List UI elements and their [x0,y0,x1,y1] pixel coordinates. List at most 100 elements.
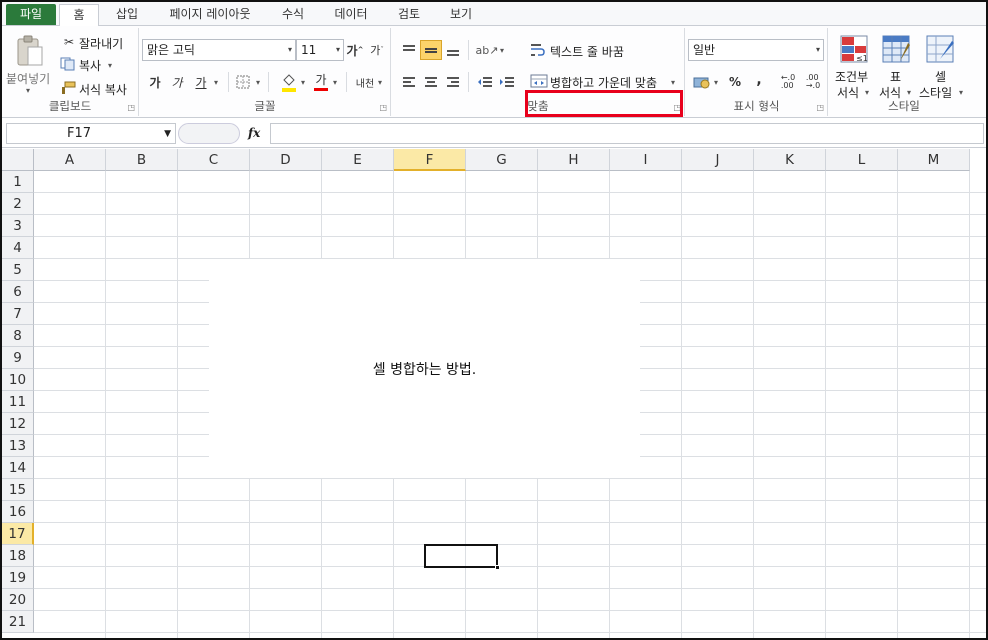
align-center-icon[interactable] [422,73,440,91]
row-header[interactable]: 2 [2,193,34,215]
column-header[interactable]: F [394,149,466,171]
column-header[interactable]: L [826,149,898,171]
row-header[interactable]: 11 [2,391,34,413]
increase-font-size-icon[interactable]: 가 ^ [346,41,364,59]
row-header[interactable]: 4 [2,237,34,259]
active-cell[interactable] [424,544,500,570]
column-header[interactable]: I [610,149,682,171]
column-header[interactable]: C [178,149,250,171]
tab-view[interactable]: 보기 [440,4,482,26]
paste-icon[interactable] [14,34,46,68]
select-all-corner[interactable] [2,149,34,171]
comma-button[interactable]: , [750,71,768,89]
font-color-dropdown-icon[interactable]: ▾ [333,78,337,87]
row-header[interactable]: 16 [2,501,34,523]
orientation-icon[interactable]: ab↗ [476,41,499,59]
bold-button[interactable]: 가 [146,72,164,92]
format-as-table-icon[interactable] [881,34,911,64]
column-header[interactable]: B [106,149,178,171]
copy-dropdown-icon[interactable]: ▾ [108,61,112,70]
row-header[interactable]: 20 [2,589,34,611]
bottom-align-icon[interactable] [444,41,462,59]
number-launcher-icon[interactable]: ◳ [816,103,824,112]
orientation-dropdown-icon[interactable]: ▾ [500,46,504,55]
row-header[interactable]: 19 [2,567,34,589]
merge-center-button[interactable]: 병합하고 가운데 맞춤 [550,74,657,91]
tab-insert[interactable]: 삽입 [106,4,148,26]
tab-file[interactable]: 파일 [6,4,56,25]
row-header[interactable]: 9 [2,347,34,369]
column-header[interactable]: H [538,149,610,171]
row-header[interactable]: 12 [2,413,34,435]
font-color-icon[interactable]: 가 [312,70,330,92]
tab-data[interactable]: 데이터 [324,4,378,26]
row-header[interactable]: 6 [2,281,34,303]
chevron-down-icon[interactable]: ▼ [164,125,171,144]
underline-button[interactable]: 가 [192,72,210,92]
row-header[interactable]: 10 [2,369,34,391]
increase-indent-icon[interactable] [498,73,516,91]
paste-button[interactable]: 붙여넣기 [6,70,50,87]
column-header[interactable]: J [682,149,754,171]
top-align-icon[interactable] [400,41,418,59]
name-box[interactable]: F17 ▼ [6,123,176,144]
cell-styles-dropdown-icon[interactable]: ▾ [959,88,963,97]
row-header[interactable]: 18 [2,545,34,567]
row-header[interactable]: 14 [2,457,34,479]
phonetic-dropdown-icon[interactable]: ▾ [378,78,382,87]
cut-button[interactable]: 잘라내기 [79,35,123,52]
column-header[interactable]: E [322,149,394,171]
decrease-indent-icon[interactable] [476,73,494,91]
cell-styles-icon[interactable] [925,34,955,64]
row-header[interactable]: 3 [2,215,34,237]
merge-center-dropdown-icon[interactable]: ▾ [671,78,675,87]
clipboard-launcher-icon[interactable]: ◳ [127,103,135,112]
wrap-text-button[interactable]: 텍스트 줄 바꿈 [550,43,624,60]
decrease-decimal-icon[interactable]: .00 →.0 [802,73,824,91]
middle-align-icon[interactable] [420,40,442,60]
accounting-dropdown-icon[interactable]: ▾ [714,78,718,87]
font-family-select[interactable]: 맑은 고딕 ▾ [142,39,296,61]
tab-home[interactable]: 홈 [59,4,99,27]
conditional-formatting-icon[interactable]: ≤1 [839,34,869,64]
accounting-format-icon[interactable] [692,73,712,91]
cell-area[interactable]: 셀 병합하는 방법. [34,171,986,638]
fill-color-icon[interactable] [280,71,298,93]
format-painter-button[interactable]: 서식 복사 [79,81,127,98]
column-header[interactable]: D [250,149,322,171]
paste-dropdown-icon[interactable]: ▾ [26,86,30,95]
italic-button[interactable]: 가 [168,72,186,92]
column-header[interactable]: A [34,149,106,171]
row-header[interactable]: 21 [2,611,34,633]
row-header[interactable]: 17 [2,523,34,545]
fill-handle[interactable] [495,565,500,570]
row-header[interactable]: 5 [2,259,34,281]
column-header[interactable]: G [466,149,538,171]
align-left-icon[interactable] [400,73,418,91]
tab-review[interactable]: 검토 [388,4,430,26]
align-right-icon[interactable] [444,73,462,91]
font-launcher-icon[interactable]: ◳ [379,103,387,112]
tab-page-layout[interactable]: 페이지 레이아웃 [156,4,264,26]
number-format-select[interactable]: 일반 ▾ [688,39,824,61]
borders-dropdown-icon[interactable]: ▾ [256,78,260,87]
row-header[interactable]: 15 [2,479,34,501]
table-format-dropdown-icon[interactable]: ▾ [907,88,911,97]
decrease-font-size-icon[interactable]: 가ˇ [368,41,386,59]
formula-bar-resize-handle[interactable] [178,123,240,144]
formula-input[interactable] [270,123,984,144]
row-header[interactable]: 7 [2,303,34,325]
column-header[interactable]: K [754,149,826,171]
conditional-format-dropdown-icon[interactable]: ▾ [865,88,869,97]
phonetic-guide-button[interactable]: 내천 [354,72,376,92]
copy-button[interactable]: 복사 [79,57,101,74]
merged-cell[interactable]: 셀 병합하는 방법. [209,259,640,478]
insert-function-icon[interactable]: fx [248,123,268,143]
tab-formulas[interactable]: 수식 [272,4,314,26]
font-size-select[interactable]: 11 ▾ [296,39,344,61]
row-header[interactable]: 8 [2,325,34,347]
percent-button[interactable]: % [726,73,744,91]
row-header[interactable]: 1 [2,171,34,193]
increase-decimal-icon[interactable]: ←.0.00 [778,73,798,91]
borders-icon[interactable] [234,73,252,91]
